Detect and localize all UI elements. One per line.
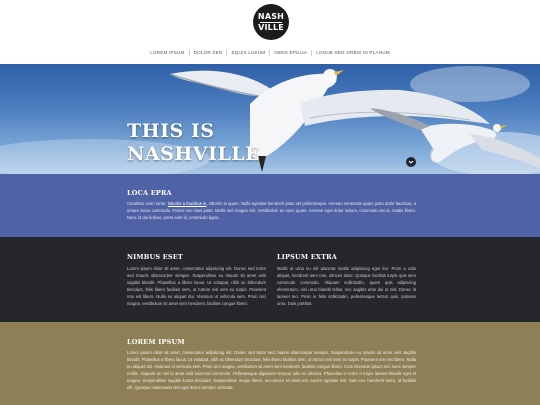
inline-text-link[interactable]: lobortis a faucibus in bbox=[168, 201, 207, 206]
hero-title: THIS IS NASHVILLE bbox=[127, 120, 260, 166]
loca-epra-text-start: Curabitur enim tortor, bbox=[127, 201, 167, 206]
two-column-section: NIMBUS ESET Lorem ipsum dolor sit amet, … bbox=[0, 237, 540, 322]
nimbus-eset-text: Lorem ipsum dolor sit amet, consectetur … bbox=[127, 266, 266, 306]
logo-line-1: NASH bbox=[257, 11, 285, 21]
logo-line-2: VILLE bbox=[258, 22, 284, 32]
loca-epra-heading: LOCA EPRA bbox=[127, 189, 172, 197]
site-logo[interactable]: NASH VILLE bbox=[253, 4, 289, 40]
loca-epra-text: Curabitur enim tortor, lobortis a faucib… bbox=[127, 200, 416, 221]
hero-seagulls-image bbox=[0, 66, 540, 174]
chevron-down-icon bbox=[408, 160, 414, 164]
nimbus-eset-heading: NIMBUS ESET bbox=[127, 253, 183, 261]
scroll-down-button[interactable] bbox=[406, 157, 416, 167]
hero-title-line-1: THIS IS bbox=[127, 120, 215, 142]
loca-epra-section: LOCA EPRA Curabitur enim tortor, loborti… bbox=[0, 174, 540, 237]
nav-item-equis-lukum[interactable]: EQUIS LUKUM bbox=[226, 50, 269, 56]
nav-item-dolor-sed[interactable]: DOLOR SED bbox=[188, 50, 227, 56]
main-nav: LOREM IPSUM DOLOR SED EQUIS LUKUM NIMIS … bbox=[0, 46, 540, 60]
nav-item-nimis-epilua[interactable]: NIMIS EPILUA bbox=[269, 50, 311, 56]
lorem-ipsum-section: LOREM IPSUM Lorem ipsum dolor sit amet, … bbox=[0, 322, 540, 405]
lipsum-extra-text: Morbi ut urna eu elit placerat mattis ad… bbox=[277, 266, 416, 306]
lipsum-extra-heading: LIPSUM EXTRA bbox=[277, 253, 337, 261]
nav-item-logue-sed[interactable]: LOGUE SED ORBIS IN PLANUM bbox=[311, 50, 394, 56]
nav-item-lorem-ipsum[interactable]: LOREM IPSUM bbox=[146, 50, 188, 56]
hero-banner: THIS IS NASHVILLE bbox=[0, 64, 540, 174]
lorem-ipsum-text: Lorem ipsum dolor sit amet, consectetur … bbox=[127, 350, 416, 390]
hero-title-line-2: NASHVILLE bbox=[127, 143, 261, 165]
site-header: NASH VILLE LOREM IPSUM DOLOR SED EQUIS L… bbox=[0, 0, 540, 64]
lorem-ipsum-heading: LOREM IPSUM bbox=[127, 338, 185, 346]
